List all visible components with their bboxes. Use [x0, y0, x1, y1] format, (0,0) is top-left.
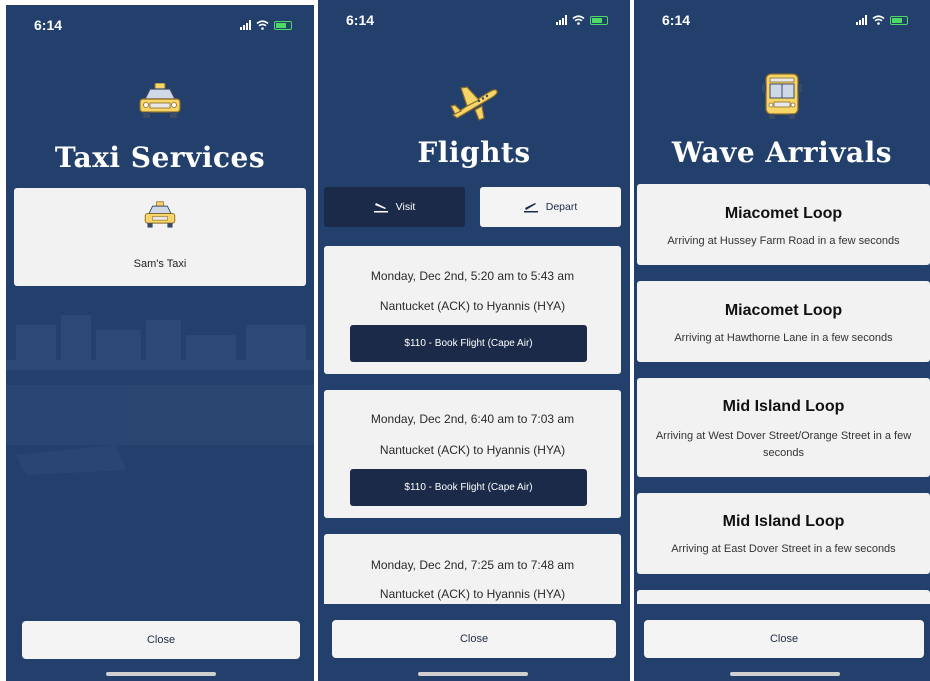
status-bar: 6:14	[318, 0, 630, 40]
book-flight-button[interactable]: $110 - Book Flight (Cape Air)	[350, 469, 587, 506]
page-title: Wave Arrivals	[671, 136, 893, 169]
taxi-service-name: Sam's Taxi	[133, 258, 187, 270]
tab-depart[interactable]: Depart	[480, 187, 621, 227]
wifi-icon	[872, 15, 885, 25]
battery-icon	[890, 15, 908, 25]
status-time: 6:14	[346, 12, 375, 28]
home-indicator	[418, 672, 528, 676]
status-bar: 6:14	[6, 5, 314, 45]
taxi-services-screen: 6:14 Taxi Services Sam's Taxi Close	[6, 5, 314, 681]
close-button[interactable]: Close	[22, 621, 300, 659]
harbor-background-image	[6, 295, 314, 575]
arrival-card: Mid Island Loop Arriving at East Dover S…	[637, 493, 930, 574]
signal-icon	[240, 20, 251, 30]
signal-icon	[856, 15, 867, 25]
flight-route: Nantucket (ACK) to Hyannis (HYA)	[379, 587, 566, 601]
taxi-icon	[14, 200, 306, 230]
flight-time: Monday, Dec 2nd, 6:40 am to 7:03 am	[370, 412, 575, 426]
taxi-header-icon	[6, 83, 314, 119]
flight-time: Monday, Dec 2nd, 7:25 am to 7:48 am	[370, 558, 575, 572]
signal-icon	[556, 15, 567, 25]
arrival-route: Mid Island Loop	[722, 513, 845, 530]
status-time: 6:14	[662, 12, 691, 28]
tab-visit[interactable]: Visit	[324, 187, 465, 227]
arrival-card: Miacomet Loop Arriving at Hussey Farm Ro…	[637, 184, 930, 265]
battery-icon	[274, 20, 292, 30]
bus-header-icon	[634, 72, 930, 120]
close-button[interactable]: Close	[644, 620, 924, 658]
arrival-detail: Arriving at Hawthorne Lane in a few seco…	[674, 332, 893, 344]
status-bar: 6:14	[634, 0, 930, 40]
arrival-card: Miacomet Loop Arriving at Hawthorne Lane…	[637, 281, 930, 362]
airplane-header-icon	[318, 82, 630, 122]
taxi-service-card[interactable]: Sam's Taxi	[14, 188, 306, 286]
arrival-route: Mid Island Loop	[722, 398, 845, 415]
tab-depart-label: Depart	[545, 201, 578, 213]
flight-route: Nantucket (ACK) to Hyannis (HYA)	[379, 443, 566, 457]
home-indicator	[106, 672, 216, 676]
arrival-route: Miacomet Loop	[724, 302, 843, 319]
arrival-card: Mid Island Loop Arriving at West Dover S…	[637, 378, 930, 477]
flight-card: Monday, Dec 2nd, 5:20 am to 5:43 am Nant…	[324, 246, 621, 374]
wifi-icon	[256, 20, 269, 30]
book-flight-button[interactable]: $110 - Book Flight (Cape Air)	[350, 325, 587, 362]
home-indicator	[730, 672, 840, 676]
wave-arrivals-screen: 6:14 Wave Arrivals Miacomet Loop Arrivin…	[634, 0, 930, 681]
flights-screen: 6:14 Flights Visit Depart Monday, Dec 2n…	[318, 0, 630, 681]
page-title: Flights	[417, 136, 531, 169]
arrival-detail: Arriving at East Dover Street in a few s…	[671, 543, 896, 555]
status-time: 6:14	[34, 17, 63, 33]
arrival-detail: Arriving at West Dover Street/Orange Str…	[655, 430, 912, 459]
arrival-detail: Arriving at Hussey Farm Road in a few se…	[667, 235, 900, 247]
plane-takeoff-icon	[523, 203, 538, 213]
flight-card: Monday, Dec 2nd, 6:40 am to 7:03 am Nant…	[324, 390, 621, 518]
wifi-icon	[572, 15, 585, 25]
battery-icon	[590, 15, 608, 25]
flight-time: Monday, Dec 2nd, 5:20 am to 5:43 am	[370, 269, 575, 283]
close-button[interactable]: Close	[332, 620, 616, 658]
tab-visit-label: Visit	[395, 201, 416, 213]
arrival-route: Miacomet Loop	[724, 205, 843, 222]
flight-route: Nantucket (ACK) to Hyannis (HYA)	[379, 299, 566, 313]
plane-landing-icon	[373, 203, 388, 213]
page-title: Taxi Services	[54, 141, 266, 174]
